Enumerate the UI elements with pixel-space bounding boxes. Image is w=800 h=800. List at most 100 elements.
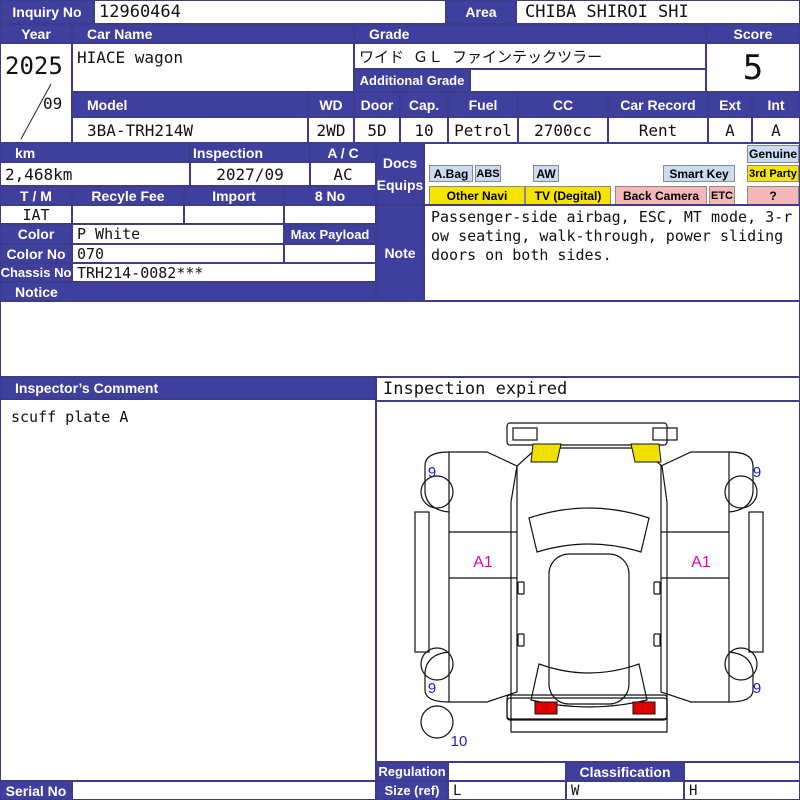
serial-no-value xyxy=(72,781,376,800)
damage-mark-left-side: A1 xyxy=(473,554,493,571)
tv-badge: TV (Degital) xyxy=(525,186,611,204)
ac-label: A / C xyxy=(310,143,376,162)
score-value: 5 xyxy=(706,43,800,92)
inquiry-no-value: 12960464 xyxy=(94,0,446,24)
classification-label: Classification xyxy=(566,762,684,781)
tire-mark-spare: 10 xyxy=(451,733,468,750)
wd-value: 2WD xyxy=(308,117,354,143)
additional-grade-value xyxy=(470,69,706,92)
right-side-rail xyxy=(748,511,764,653)
area-label: Area xyxy=(446,0,516,24)
right-door-handle-rear xyxy=(653,633,661,647)
roof-panel xyxy=(548,553,630,705)
other-navi-badge: Other Navi xyxy=(429,186,525,204)
inspectors-comment-label: Inspector’s Comment xyxy=(0,377,376,399)
tire-mark-rr: 9 xyxy=(753,680,761,697)
chassis-no-label: Chassis No xyxy=(0,263,72,282)
month-value: 09 xyxy=(43,94,63,113)
area-value: CHIBA SHIROI SHI xyxy=(516,0,800,24)
cap-label: Cap. xyxy=(400,92,448,117)
fuel-value: Petrol xyxy=(448,117,518,143)
car-name-label: Car Name xyxy=(72,24,354,43)
third-party-badge: 3rd Party xyxy=(747,165,799,182)
classification-value xyxy=(684,762,800,781)
docs-equips-label: Docs Equips xyxy=(376,143,424,205)
model-label: Model xyxy=(72,92,308,117)
regulation-label: Regulation xyxy=(376,762,448,781)
inspection-status: Inspection expired xyxy=(376,377,800,401)
grade-value: ワイド ＧＬ ファインテックツラー xyxy=(354,43,706,69)
ac-value: AC xyxy=(310,162,376,186)
size-l: L xyxy=(448,781,566,800)
km-label: km xyxy=(0,143,190,162)
hood-outline xyxy=(510,447,668,733)
windshield xyxy=(528,507,650,553)
recycle-fee-label: Recyle Fee xyxy=(72,186,184,205)
ext-label: Ext xyxy=(708,92,752,117)
car-diagram: A1 A1 9 9 9 9 10 xyxy=(414,422,764,750)
back-camera-badge: Back Camera xyxy=(615,186,707,204)
wheel-rear-right xyxy=(724,647,758,681)
left-door-handle-front xyxy=(517,581,525,595)
note-value: Passenger-side airbag, ESC, MT mode, 3-r… xyxy=(424,205,800,301)
int-value: A xyxy=(752,117,800,143)
equips-panel: A.Bag ABS AW Smart Key Genuine 3rd Party… xyxy=(424,143,800,205)
front-bumper-slot-right xyxy=(652,427,678,441)
regulation-value xyxy=(448,762,566,781)
inquiry-no-label: Inquiry No xyxy=(0,0,94,24)
color-no-value: 070 xyxy=(72,244,284,263)
model-value: 3BA-TRH214W xyxy=(72,117,308,143)
spare-tire xyxy=(420,705,454,739)
left-side-body xyxy=(448,451,518,703)
additional-grade-label: Additional Grade xyxy=(354,69,470,92)
ext-value: A xyxy=(708,117,752,143)
aw-badge: AW xyxy=(533,165,559,182)
wheel-rear-left xyxy=(420,647,454,681)
score-label: Score xyxy=(706,24,800,43)
smart-key-badge: Smart Key xyxy=(663,165,735,182)
right-side-body xyxy=(660,451,730,703)
color-label: Color xyxy=(0,224,72,244)
tire-mark-fl: 9 xyxy=(428,464,436,481)
year-label: Year xyxy=(0,24,72,43)
door-value: 5D xyxy=(354,117,400,143)
size-w: W xyxy=(566,781,684,800)
import-value xyxy=(184,205,284,224)
rear-lamp-left xyxy=(534,701,558,715)
int-label: Int xyxy=(752,92,800,117)
car-name-value: HIACE wagon xyxy=(72,43,354,92)
cap-value: 10 xyxy=(400,117,448,143)
recycle-fee-value xyxy=(72,205,184,224)
size-ref-label: Size (ref) xyxy=(376,781,448,800)
cc-value: 2700cc xyxy=(518,117,608,143)
damage-mark-right-side: A1 xyxy=(691,554,711,571)
eight-no-value xyxy=(284,205,376,224)
year-cell: 2025 09 xyxy=(0,43,72,143)
color-no-label: Color No xyxy=(0,244,72,263)
front-lamp-left xyxy=(530,443,562,463)
rear-lamp-right xyxy=(632,701,656,715)
tire-mark-fr: 9 xyxy=(753,464,761,481)
size-h: H xyxy=(684,781,800,800)
inspectors-comment-value: scuff plate A xyxy=(0,399,376,781)
tm-label: T / M xyxy=(0,186,72,205)
docs-label: Docs xyxy=(382,155,418,171)
unknown-badge: ? xyxy=(747,186,799,204)
max-payload-value xyxy=(284,244,376,263)
tm-value: IAT xyxy=(0,205,72,224)
chassis-no-value: TRH214-0082*** xyxy=(72,263,376,282)
fuel-label: Fuel xyxy=(448,92,518,117)
equips-label: Equips xyxy=(376,177,424,193)
abs-badge: ABS xyxy=(475,165,501,182)
serial-no-label: Serial No xyxy=(0,781,72,800)
grade-label: Grade xyxy=(354,24,706,43)
car-record-label: Car Record xyxy=(608,92,708,117)
genuine-badge: Genuine xyxy=(747,145,799,163)
front-bumper-slot-left xyxy=(512,427,538,441)
wheel-front-left xyxy=(420,475,454,509)
tire-mark-rl: 9 xyxy=(428,680,436,697)
year-value: 2025 xyxy=(5,52,63,80)
import-label: Import xyxy=(184,186,284,205)
car-record-value: Rent xyxy=(608,117,708,143)
km-value: 2,468km xyxy=(0,162,190,186)
